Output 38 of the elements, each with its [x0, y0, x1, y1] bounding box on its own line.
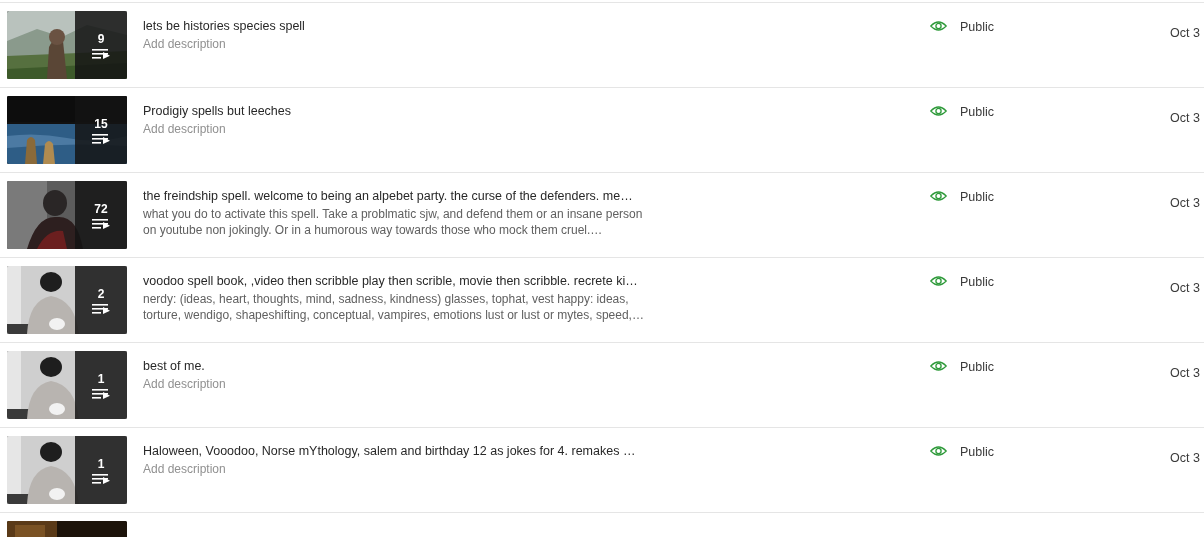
date-text: Oct 3 [1170, 26, 1200, 40]
playlist-icon [92, 303, 110, 314]
playlist-title[interactable]: lets be histories species spell [143, 18, 305, 34]
playlist-title[interactable]: best of me. [143, 358, 205, 374]
video-count: 1 [97, 371, 105, 386]
visibility-label: Public [960, 275, 995, 289]
playlist-icon [92, 48, 110, 59]
eye-icon [930, 275, 947, 287]
visibility-label: Public [960, 105, 995, 119]
playlist-icon [92, 133, 110, 144]
video-count: 72 [94, 201, 108, 216]
date-text: Oct 3 [1170, 366, 1200, 380]
playlist-title[interactable]: voodoo spell book, ,video then scribble play then scrible, movie then scribble. recrete ki… [143, 273, 638, 289]
visibility-label: Public [960, 190, 995, 204]
visibility-label: Public [960, 445, 995, 459]
eye-icon [930, 20, 947, 32]
video-count: 2 [97, 286, 105, 301]
eye-icon [930, 445, 947, 457]
eye-icon [930, 105, 947, 117]
video-count: 9 [97, 31, 105, 46]
playlist-title[interactable]: Prodigiy spells but leeches [143, 103, 291, 119]
playlist-description: nerdy: (ideas, heart, thoughts, mind, sadness, kindness) glasses, tophat, vest happy: ideas, torture, wendigo, shapeshifting, conceptual, vampires, emotions lust or lust or mytes, speed,… [143, 291, 644, 323]
date-text: Oct 3 [1170, 451, 1200, 465]
eye-icon [930, 190, 947, 202]
playlist-title[interactable]: the freindship spell. welcome to being an alpebet party. the curse of the defenders. me… [143, 188, 633, 204]
visibility-label: Public [960, 360, 995, 374]
playlist-icon [92, 473, 110, 484]
playlist-title[interactable]: Haloween, Vooodoo, Norse mYthology, salem and birthday 12 as jokes for 4. remakes … [143, 443, 636, 459]
date-text: Oct 3 [1170, 111, 1200, 125]
playlist-description: what you do to activate this spell. Take a problmatic sjw, and defend them or an insane person on youtube non jokingly. Or in a humorous way towards those who mock them cruel.… [143, 206, 644, 238]
playlist-icon [92, 218, 110, 229]
video-count: 1 [97, 456, 105, 471]
visibility-label: Public [960, 20, 995, 34]
date-text: Oct 3 [1170, 196, 1200, 210]
eye-icon [930, 360, 947, 372]
video-count: 15 [94, 116, 108, 131]
playlist-icon [92, 388, 110, 399]
date-text: Oct 3 [1170, 281, 1200, 295]
